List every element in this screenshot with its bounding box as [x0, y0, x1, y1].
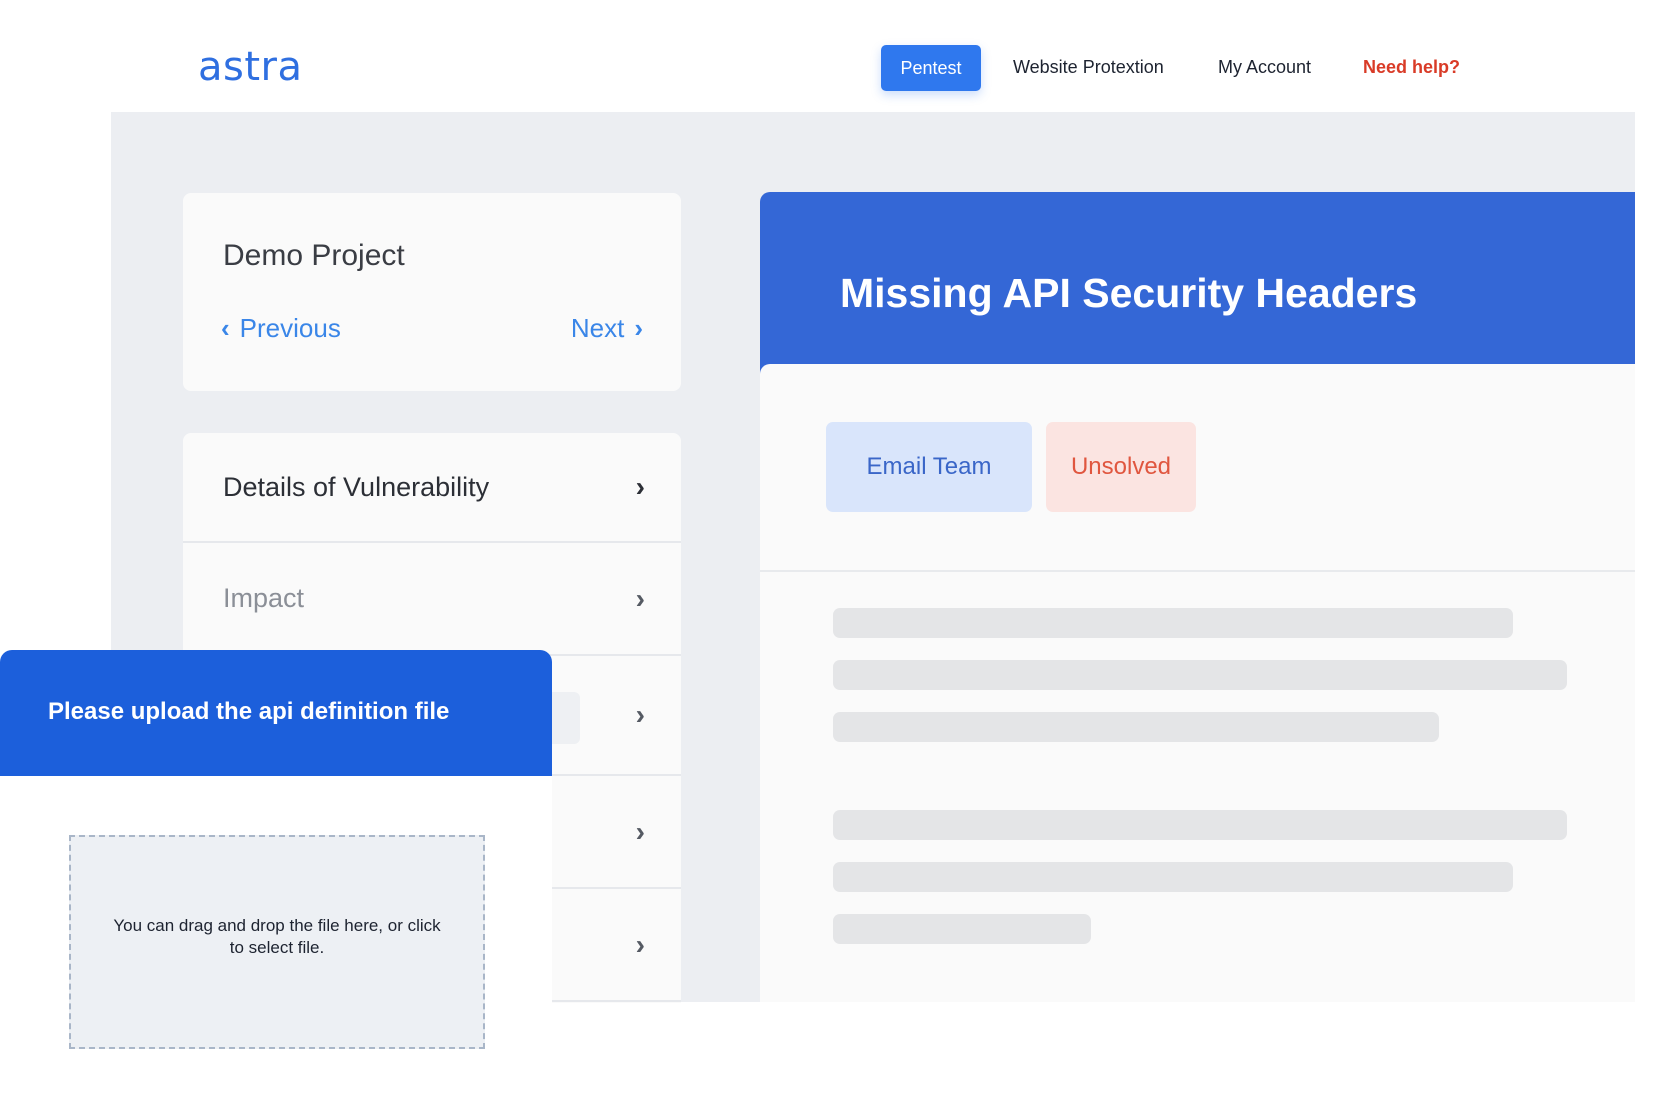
upload-title: Please upload the api definition file	[48, 698, 450, 725]
pentest-button[interactable]: Pentest	[881, 45, 981, 91]
previous-label: Previous	[239, 313, 341, 343]
chevron-right-icon: ›	[635, 471, 645, 502]
status-badge[interactable]: Unsolved	[1046, 422, 1196, 512]
top-navigation: astra Pentest Website Protextion My Acco…	[0, 0, 1655, 112]
menu-item-details-of-vulnerability[interactable]: Details of Vulnerability ›	[183, 433, 681, 543]
menu-item-impact[interactable]: Impact ›	[183, 543, 681, 656]
chevron-right-icon: ›	[635, 815, 645, 847]
skeleton-line	[833, 608, 1513, 638]
chevron-right-icon: ›	[634, 313, 643, 343]
skeleton-line	[833, 914, 1091, 944]
chevron-right-icon: ›	[635, 699, 645, 730]
chevron-left-icon: ‹	[221, 313, 230, 343]
dropzone-text: You can drag and drop the file here, or …	[113, 916, 441, 957]
astra-logo[interactable]: astra	[198, 44, 303, 90]
skeleton-line	[833, 810, 1567, 840]
next-button[interactable]: Next ›	[571, 313, 643, 344]
upload-panel-body: You can drag and drop the file here, or …	[0, 776, 552, 1102]
skeleton-line	[833, 862, 1513, 892]
need-help-link[interactable]: Need help?	[1363, 57, 1460, 78]
my-account-link[interactable]: My Account	[1218, 57, 1311, 78]
chevron-right-icon: ›	[635, 582, 645, 614]
vulnerability-title: Missing API Security Headers	[840, 270, 1418, 316]
next-label: Next	[570, 313, 625, 343]
website-protection-link[interactable]: Website Protextion	[1013, 57, 1164, 78]
file-dropzone[interactable]: You can drag and drop the file here, or …	[69, 835, 485, 1049]
skeleton-line	[833, 660, 1567, 690]
vulnerability-body: Email Team Unsolved	[760, 364, 1635, 1002]
menu-item-label: Details of Vulnerability	[223, 471, 490, 502]
upload-panel-header: Please upload the api definition file	[0, 650, 552, 776]
menu-item-label: Impact	[223, 583, 305, 613]
previous-button[interactable]: ‹ Previous	[221, 313, 341, 344]
email-team-button[interactable]: Email Team	[826, 422, 1032, 512]
project-title: Demo Project	[223, 239, 405, 272]
chevron-right-icon: ›	[635, 928, 645, 960]
vulnerability-header: Missing API Security Headers	[760, 192, 1635, 384]
divider	[760, 570, 1635, 572]
skeleton-line	[833, 712, 1439, 742]
project-card: Demo Project ‹ Previous Next ›	[183, 193, 681, 391]
